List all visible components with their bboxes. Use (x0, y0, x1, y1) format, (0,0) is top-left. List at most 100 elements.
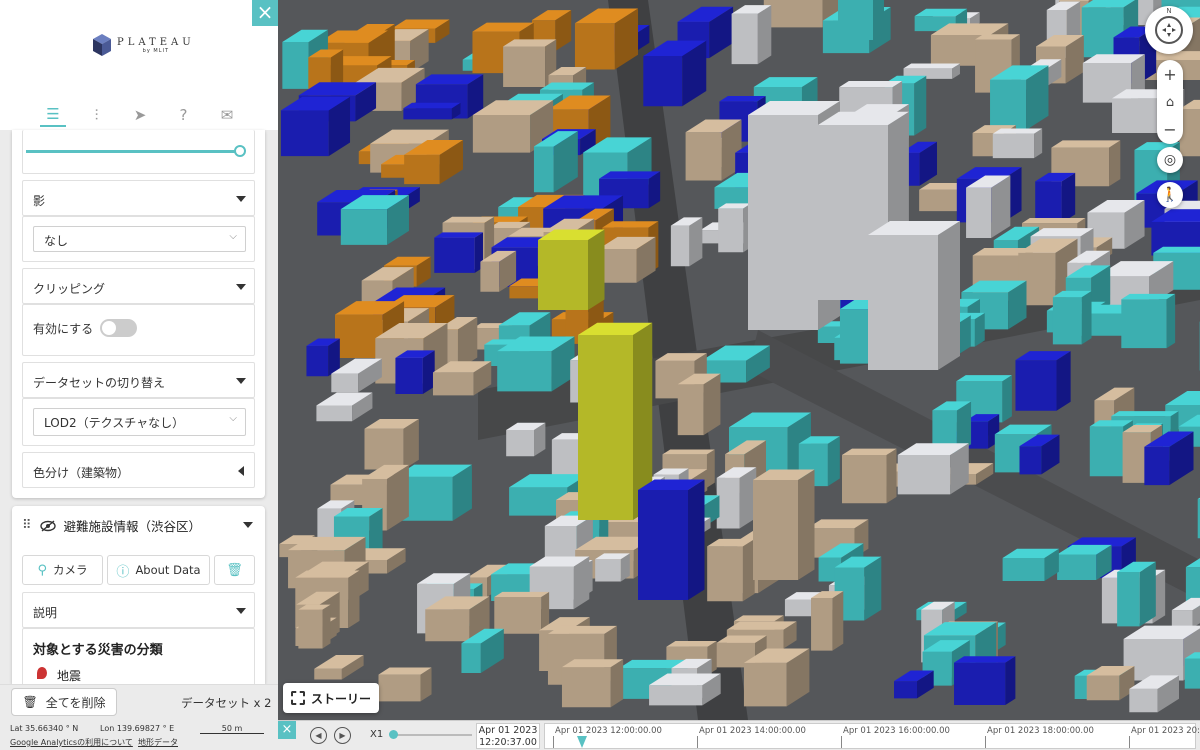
building-roof (1021, 218, 1086, 224)
building-front (716, 477, 740, 529)
play-backward-icon[interactable]: ◀ (310, 727, 327, 744)
building-side (873, 0, 884, 40)
timeline-label: Apr 01 2023 12:00:00.00 (555, 726, 662, 736)
timeline-track[interactable]: Apr 01 2023 12:00:00.00 Apr 01 2023 14:0… (544, 723, 1200, 749)
building-roof (956, 375, 1012, 382)
building-front (595, 559, 621, 582)
building-front (461, 643, 481, 674)
building-front (331, 373, 359, 393)
description-label: 説明 (33, 606, 58, 620)
plateau-logo: PLATEAU by MLIT (93, 34, 195, 56)
delete-dataset-button[interactable]: 🗑 (214, 555, 255, 585)
shadow-select[interactable]: なし ⌵ (33, 226, 246, 252)
dataset-title-row: ⠿ 避難施設情報（渋谷区） (22, 516, 201, 535)
building-front (561, 667, 611, 708)
about-data-button[interactable]: ⓘ About Data (107, 555, 210, 585)
building-front (403, 108, 452, 120)
zoom-in-icon[interactable]: + (1163, 66, 1176, 83)
building-roof (839, 81, 903, 88)
tab-feedback[interactable]: ✉ (214, 103, 240, 127)
map-canvas[interactable] (278, 0, 1200, 720)
speed-slider-track[interactable] (390, 734, 472, 736)
building-side (1081, 290, 1092, 345)
3d-city-map[interactable] (278, 0, 1200, 720)
speed-slider-knob[interactable] (389, 730, 398, 739)
current-date: Apr 01 2023 (478, 725, 538, 736)
drag-handle-icon[interactable]: ⠿ (22, 518, 32, 533)
clipping-body: 有効にする (22, 304, 255, 356)
dataset-select[interactable]: LOD2（テクスチャなし） ⌵ (33, 408, 246, 436)
delete-all-button[interactable]: 🗑 全てを削除 (11, 688, 117, 716)
building-side (348, 570, 360, 629)
tab-data[interactable]: ☰ (40, 103, 66, 127)
color-header[interactable]: 色分け（建築物） (22, 452, 255, 488)
compass-control[interactable]: N (1145, 6, 1193, 54)
play-forward-icon[interactable]: ▶ (334, 727, 351, 744)
tab-settings[interactable]: ⫶ (84, 103, 110, 127)
clipping-toggle[interactable] (100, 319, 137, 337)
opacity-slider-knob[interactable] (234, 145, 246, 157)
collapse-icon[interactable] (243, 522, 253, 528)
opacity-slider-track[interactable] (26, 150, 240, 153)
tab-help[interactable]: ? (171, 103, 197, 127)
sidebar-header: × PLATEAU by MLIT ☰ ⫶ ➤ ? ✉ (0, 0, 278, 130)
building-front (1117, 572, 1140, 627)
description-header[interactable]: 説明 (22, 592, 255, 628)
pedestrian-icon[interactable]: 🚶 (1157, 182, 1183, 208)
building-side (1061, 172, 1076, 223)
timeline-marker[interactable] (577, 736, 587, 748)
building-front (574, 23, 615, 70)
building-front (306, 345, 329, 377)
compass-north-label: N (1166, 7, 1172, 15)
building-front (1121, 299, 1167, 349)
dataset-value: LOD2（テクスチャなし） (44, 416, 185, 430)
building-side (914, 75, 927, 136)
building-front (503, 46, 546, 87)
collapse-icon (236, 196, 246, 202)
building-front (314, 668, 342, 680)
shadow-header[interactable]: 影 (22, 180, 255, 216)
building-front (578, 335, 633, 520)
building-front (992, 133, 1035, 159)
home-icon[interactable]: ⌂ (1166, 96, 1174, 109)
building-side (1034, 128, 1043, 159)
close-icon[interactable]: × (252, 0, 278, 26)
camera-button[interactable]: ⚲ カメラ (22, 555, 103, 585)
building-front (280, 110, 329, 157)
chevron-down-icon: ⌵ (229, 231, 237, 242)
speed-label: X1 (370, 729, 384, 740)
building-roof (494, 591, 550, 598)
logo-subtext: by MLIT (142, 47, 170, 54)
building-side (864, 556, 882, 621)
delete-all-label: 全てを削除 (45, 695, 106, 710)
building-front (753, 480, 798, 580)
building-roof (403, 102, 461, 109)
zoom-out-icon[interactable]: − (1163, 121, 1176, 138)
logo-text: PLATEAU (117, 36, 195, 48)
building-front (472, 114, 531, 153)
story-button[interactable]: ストーリー (283, 683, 379, 713)
building-roof (1051, 140, 1121, 148)
building-front (743, 662, 787, 707)
enable-clipping-label: 有効にする (33, 322, 94, 336)
timeline-close-icon[interactable]: × (278, 721, 296, 739)
timeline-tick (1129, 736, 1130, 748)
dataset-switch-header[interactable]: データセットの切り替え (22, 362, 255, 398)
send-icon: ➤ (133, 106, 147, 124)
ga-link[interactable]: Google Analyticsの利用について (10, 737, 133, 748)
help-icon: ⓘ (116, 564, 130, 580)
timeline-tick (553, 736, 554, 748)
building-front (282, 41, 309, 89)
building-front (434, 237, 475, 273)
chevron-down-icon: ⌵ (229, 413, 237, 424)
frame-icon (290, 691, 305, 705)
locate-icon[interactable]: ◎ (1157, 147, 1183, 173)
building-front (707, 546, 743, 602)
eye-off-icon[interactable] (39, 519, 56, 532)
tab-share[interactable]: ➤ (127, 103, 153, 127)
terrain-link[interactable]: 地形データ (138, 737, 178, 748)
dataset-switch-body: LOD2（テクスチャなし） ⌵ (22, 398, 255, 446)
building-side (1056, 351, 1071, 411)
sliders-icon: ⫶ (94, 106, 99, 124)
clipping-header[interactable]: クリッピング (22, 268, 255, 304)
